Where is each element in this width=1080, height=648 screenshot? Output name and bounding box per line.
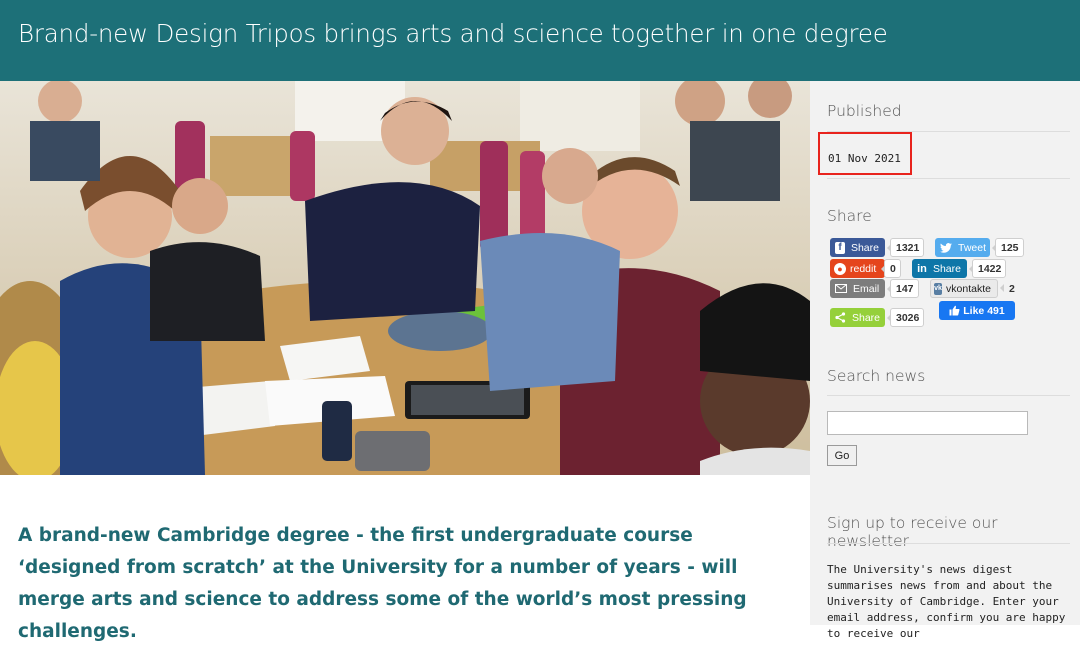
article-lead: A brand-new Cambridge degree - the first… [18, 525, 747, 642]
page-title: Brand-new Design Tripos brings arts and … [18, 19, 888, 48]
divider [827, 543, 1070, 544]
reddit-share-button[interactable]: ● reddit [830, 259, 885, 278]
twitter-tweet-label: Tweet [958, 241, 987, 254]
linkedin-share-count: 1422 [968, 259, 1007, 278]
sharethis-count: 3026 [886, 308, 925, 327]
share-icon [835, 312, 846, 324]
email-share-count: 147 [887, 279, 919, 298]
reddit-share-label: reddit [850, 262, 877, 275]
facebook-share-count: 1321 [886, 238, 925, 257]
students-photo-illustration [0, 81, 810, 475]
thumbs-up-icon [948, 305, 960, 317]
facebook-like-button[interactable]: Like 491 [939, 301, 1015, 320]
vk-icon: vk [934, 282, 943, 295]
facebook-like-label: Like 491 [963, 304, 1005, 317]
published-heading: Published [827, 102, 902, 120]
linkedin-icon: in [917, 262, 927, 275]
facebook-icon: f [835, 241, 845, 254]
newsletter-heading: Sign up to receive our newsletter [827, 514, 998, 550]
email-icon [835, 283, 847, 295]
sharethis-label: Share [852, 311, 881, 324]
share-heading: Share [827, 207, 872, 225]
newsletter-description: The University's news digest summarises … [827, 563, 1066, 640]
linkedin-share-label: Share [932, 262, 961, 275]
article-photo [0, 81, 810, 475]
facebook-share-button[interactable]: f Share [830, 238, 885, 257]
email-share-button[interactable]: Email [830, 279, 885, 298]
twitter-tweet-button[interactable]: Tweet [935, 238, 990, 257]
sharethis-button[interactable]: Share [830, 308, 885, 327]
facebook-share-label: Share [850, 241, 879, 254]
twitter-tweet-count: 125 [992, 238, 1024, 257]
vkontakte-share-button[interactable]: vk vkontakte [930, 279, 998, 298]
search-news-heading: Search news [827, 367, 926, 385]
sidebar: Published 01 Nov 2021 Share f Share 1321… [810, 81, 1080, 640]
page-header: Brand-new Design Tripos brings arts and … [0, 0, 1080, 81]
search-go-button[interactable]: Go [827, 445, 857, 466]
reddit-share-count: 0 [881, 259, 901, 278]
divider [827, 395, 1070, 396]
highlight-box [818, 132, 912, 175]
linkedin-share-button[interactable]: in Share [912, 259, 967, 278]
email-share-label: Email [853, 282, 880, 295]
reddit-icon: ● [834, 262, 846, 275]
twitter-icon [940, 242, 952, 254]
vkontakte-share-count: 2 [1000, 279, 1019, 298]
divider [827, 178, 1070, 179]
search-input[interactable] [827, 411, 1028, 435]
vkontakte-share-label: vkontakte [946, 282, 991, 295]
